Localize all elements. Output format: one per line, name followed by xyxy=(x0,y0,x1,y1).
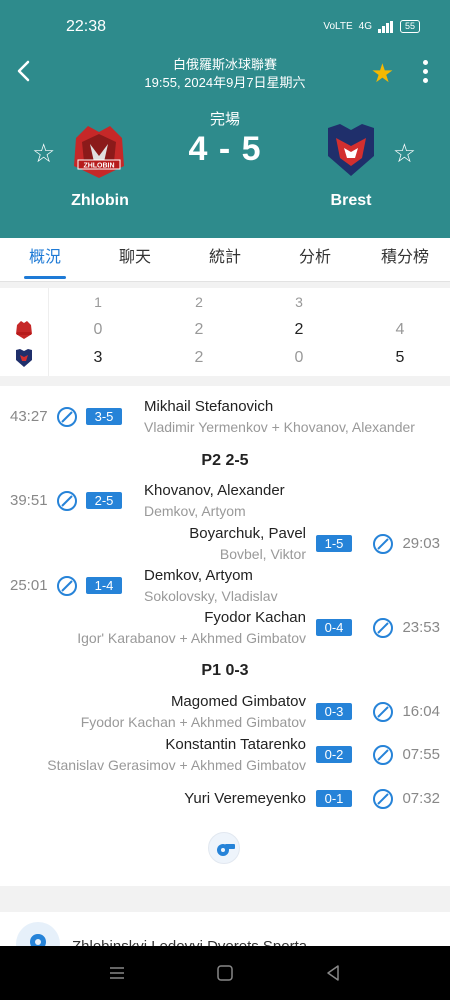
tab-standings[interactable]: 積分榜 xyxy=(360,238,450,281)
event-score-badge: 1-5 xyxy=(316,535,352,552)
event-score-badge: 1-4 xyxy=(86,577,122,594)
goal-event[interactable]: Boyarchuk, Pavel Bovbel, Viktor 1-5 29:0… xyxy=(0,525,450,567)
away-team-logo[interactable] xyxy=(322,122,380,178)
hockey-stick-icon xyxy=(57,407,77,427)
event-timeline: 43:27 3-5 Mikhail Stefanovich Vladimir Y… xyxy=(0,386,450,886)
goal-event[interactable]: Konstantin Tatarenko Stanislav Gerasimov… xyxy=(0,736,450,778)
status-time: 22:38 xyxy=(66,18,107,35)
system-nav-bar xyxy=(0,946,450,1000)
event-time: 23:53 xyxy=(402,619,440,636)
goal-event[interactable]: 43:27 3-5 Mikhail Stefanovich Vladimir Y… xyxy=(0,398,450,440)
network-type: 4G xyxy=(358,21,372,32)
more-vertical-icon[interactable] xyxy=(422,60,430,84)
home-period-row: 0 2 2 4 xyxy=(0,316,450,344)
event-assist: Fyodor Kachan + Akhmed Gimbatov xyxy=(80,714,306,730)
period-header-row: 1 2 3 xyxy=(0,288,450,316)
event-score-badge: 2-5 xyxy=(86,492,122,509)
home-period-2: 2 xyxy=(194,321,204,338)
battery-icon: 55 xyxy=(399,20,420,33)
event-assist: Bovbel, Viktor xyxy=(219,546,306,562)
event-assist: Sokolovsky, Vladislav xyxy=(144,588,278,604)
period-score-table: 1 2 3 0 2 2 4 3 2 0 5 xyxy=(0,288,450,376)
event-assist: Vladimir Yermenkov + Khovanov, Alexander xyxy=(144,419,415,435)
event-time: 43:27 xyxy=(10,408,48,425)
menu-icon[interactable] xyxy=(108,964,126,982)
home-icon[interactable] xyxy=(216,964,234,982)
event-time: 07:32 xyxy=(402,790,440,807)
period-header: 2 xyxy=(195,294,203,310)
volte-icon: VoLTE xyxy=(323,21,353,32)
match-status: 完場 xyxy=(209,111,240,128)
match-header: 22:38 VoLTE 4G 55 白俄羅斯冰球聯賽 19:55, 2024年9… xyxy=(0,0,450,238)
hockey-stick-icon xyxy=(373,702,393,722)
tab-bar: 概況 聊天 統計 分析 積分榜 xyxy=(0,238,450,282)
event-assist: Igor' Karabanov + Akhmed Gimbatov xyxy=(77,630,306,646)
event-assist: Stanislav Gerasimov + Akhmed Gimbatov xyxy=(47,757,306,773)
event-time: 16:04 xyxy=(402,703,440,720)
goal-event[interactable]: 25:01 1-4 Demkov, Artyom Sokolovsky, Vla… xyxy=(0,567,450,609)
away-period-3: 0 xyxy=(294,349,304,366)
period-header: 3 xyxy=(295,294,303,310)
hockey-stick-icon xyxy=(57,576,77,596)
event-scorer: Boyarchuk, Pavel xyxy=(189,525,306,542)
away-team-name[interactable]: Brest xyxy=(291,192,411,210)
home-team-name[interactable]: Zhlobin xyxy=(40,192,160,210)
hockey-stick-icon xyxy=(373,618,393,638)
back-icon[interactable] xyxy=(324,964,342,982)
home-total: 4 xyxy=(395,321,405,338)
home-period-1: 0 xyxy=(93,321,103,338)
hockey-stick-icon xyxy=(373,789,393,809)
event-scorer: Fyodor Kachan xyxy=(204,609,306,626)
event-time: 07:55 xyxy=(402,746,440,763)
hockey-stick-icon xyxy=(57,491,77,511)
home-team-small-logo xyxy=(16,321,32,339)
goal-event[interactable]: 39:51 2-5 Khovanov, Alexander Demkov, Ar… xyxy=(0,482,450,524)
event-scorer: Konstantin Tatarenko xyxy=(165,736,306,753)
hockey-stick-icon xyxy=(373,534,393,554)
period-label-p1: P1 0-3 xyxy=(201,662,249,679)
away-period-1: 3 xyxy=(93,349,103,366)
period-header: 1 xyxy=(94,294,102,310)
tab-chat[interactable]: 聊天 xyxy=(90,238,180,281)
whistle-icon xyxy=(208,832,240,864)
away-period-2: 2 xyxy=(194,349,204,366)
away-period-row: 3 2 0 5 xyxy=(0,344,450,372)
period-label-p2: P2 2-5 xyxy=(201,452,249,469)
event-time: 25:01 xyxy=(10,577,48,594)
event-assist: Demkov, Artyom xyxy=(144,503,246,519)
signal-icon xyxy=(377,20,393,33)
event-time: 39:51 xyxy=(10,492,48,509)
match-score: 4 - 5 xyxy=(188,130,262,168)
event-scorer: Khovanov, Alexander xyxy=(144,482,285,499)
goal-event[interactable]: Magomed Gimbatov Fyodor Kachan + Akhmed … xyxy=(0,693,450,735)
star-filled-icon[interactable]: ★ xyxy=(371,58,394,89)
event-score-badge: 3-5 xyxy=(86,408,122,425)
event-score-badge: 0-4 xyxy=(316,619,352,636)
away-total: 5 xyxy=(395,349,405,366)
goal-event[interactable]: Yuri Veremeyenko 0-1 07:32 xyxy=(0,787,450,829)
event-scorer: Mikhail Stefanovich xyxy=(144,398,274,415)
event-scorer: Demkov, Artyom xyxy=(144,567,253,584)
tab-stats[interactable]: 統計 xyxy=(180,238,270,281)
tab-analysis[interactable]: 分析 xyxy=(270,238,360,281)
star-outline-icon[interactable]: ☆ xyxy=(393,138,416,169)
hockey-stick-icon xyxy=(373,745,393,765)
tab-overview[interactable]: 概況 xyxy=(0,238,90,281)
event-score-badge: 0-1 xyxy=(316,790,352,807)
home-period-3: 2 xyxy=(294,321,304,338)
away-team-small-logo xyxy=(16,349,32,367)
event-score-badge: 0-2 xyxy=(316,746,352,763)
goal-event[interactable]: Fyodor Kachan Igor' Karabanov + Akhmed G… xyxy=(0,609,450,651)
event-score-badge: 0-3 xyxy=(316,703,352,720)
status-bar: 22:38 VoLTE 4G 55 xyxy=(0,0,450,52)
event-scorer: Yuri Veremeyenko xyxy=(184,790,306,807)
event-time: 29:03 xyxy=(402,535,440,552)
status-icons: VoLTE 4G 55 xyxy=(323,20,420,33)
event-scorer: Magomed Gimbatov xyxy=(170,693,306,710)
